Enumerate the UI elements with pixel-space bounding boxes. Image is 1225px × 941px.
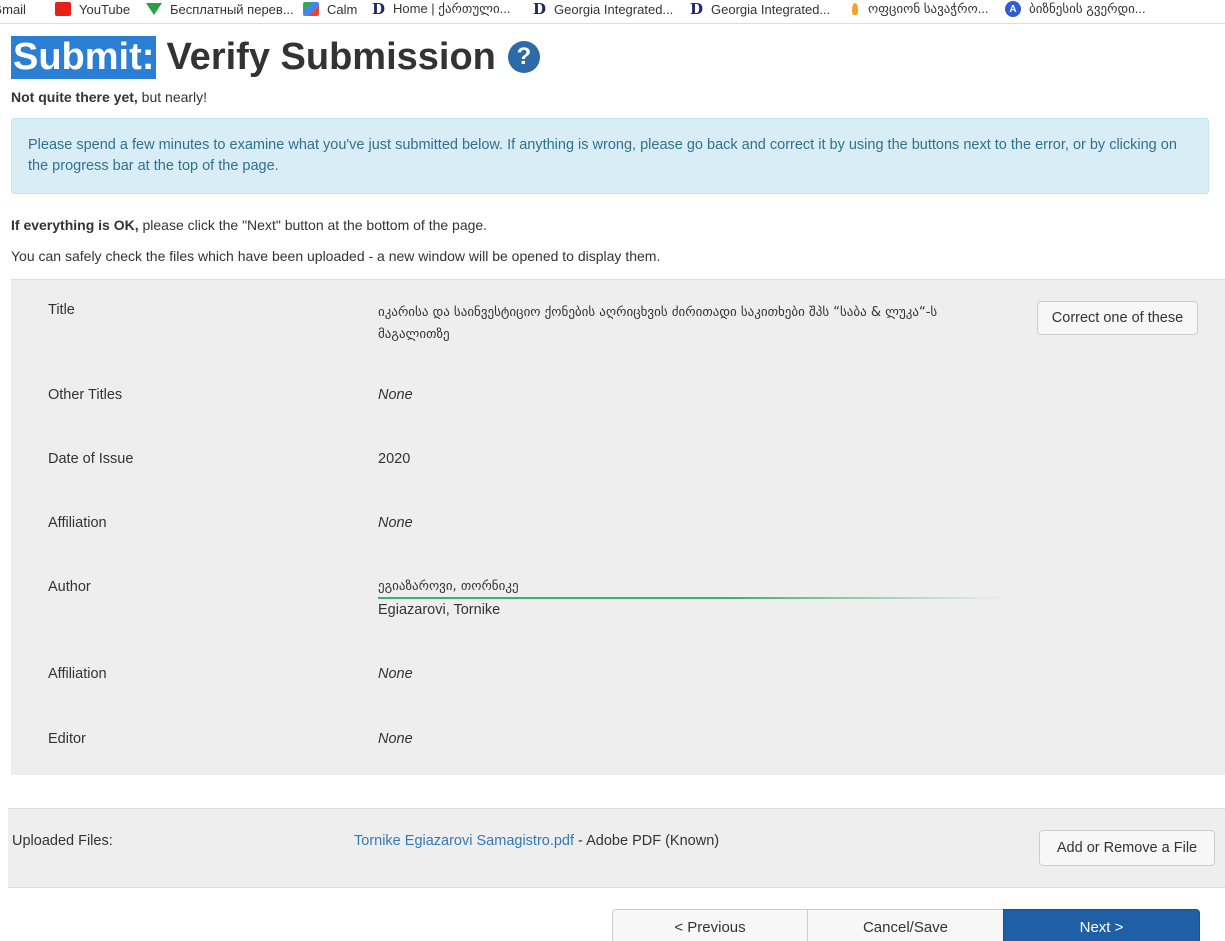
bookmark-label: Georgia Integrated... xyxy=(554,1,674,17)
files-label: Uploaded Files: xyxy=(12,833,113,849)
bookmark-translate[interactable]: Бесплатный перев... xyxy=(146,0,294,20)
affiliation-label: Affiliation xyxy=(48,515,107,531)
editor-label: Editor xyxy=(48,731,86,747)
ok-message: If everything is OK, please click the "N… xyxy=(11,217,487,233)
affiliation-label: Affiliation xyxy=(48,666,107,682)
bookmark-label: ოფციონ სავაჭრო... xyxy=(868,1,989,16)
bookmark-georgia-1[interactable]: D Georgia Integrated... xyxy=(533,0,673,20)
editor-value: None xyxy=(378,731,413,747)
bookmark-calm[interactable]: Calm xyxy=(303,0,357,20)
bookmark-label: Home | ქართული... xyxy=(393,1,511,16)
a-icon: A xyxy=(1005,1,1021,17)
other-titles-value: None xyxy=(378,387,413,403)
author-label: Author xyxy=(48,579,91,595)
file-type: - Adobe PDF (Known) xyxy=(574,833,720,849)
author-underline xyxy=(378,597,1008,599)
bookmark-youtube[interactable]: YouTube xyxy=(55,0,130,20)
date-label: Date of Issue xyxy=(48,451,134,467)
correct-button[interactable]: Correct one of these xyxy=(1037,301,1198,335)
page-title: Submit: Verify Submission ? xyxy=(11,35,540,79)
ok-bold: If everything is OK, xyxy=(11,217,139,233)
help-icon[interactable]: ? xyxy=(507,41,540,73)
bookmark-label: Calm xyxy=(327,1,358,17)
d-icon: D xyxy=(533,0,547,18)
flame-icon xyxy=(852,3,858,15)
d-icon: D xyxy=(372,0,386,18)
bookmark-label: YouTube xyxy=(79,1,131,17)
file-entry: Tornike Egiazarovi Samagistro.pdf - Adob… xyxy=(354,833,719,849)
bookmark-business[interactable]: Aბიზნესის გვერდი... xyxy=(1005,0,1146,20)
title-value: იკარისა და საინვესტიციო ქონების აღრიცხვი… xyxy=(378,305,938,342)
file-link[interactable]: Tornike Egiazarovi Samagistro.pdf xyxy=(354,833,574,849)
date-value: 2020 xyxy=(378,451,411,467)
affiliation-value: None xyxy=(378,515,413,531)
info-text: Please spend a few minutes to examine wh… xyxy=(28,137,1177,174)
info-alert: Please spend a few minutes to examine wh… xyxy=(11,118,1209,194)
translate-icon xyxy=(146,3,162,15)
metadata-panel: Title იკარისა და საინვესტიციო ქონების აღ… xyxy=(11,279,1225,775)
bookmark-label: Gmail xyxy=(0,1,26,17)
youtube-icon xyxy=(55,2,71,16)
bookmark-label: Бесплатный перев... xyxy=(170,1,294,17)
calm-icon xyxy=(303,2,319,16)
title-rest: Verify Submission xyxy=(166,35,496,78)
bookmark-home[interactable]: D Home | ქართული... xyxy=(372,0,511,20)
other-titles-label: Other Titles xyxy=(48,387,123,403)
next-button[interactable]: Next > xyxy=(1003,909,1200,941)
bookmark-georgia-2[interactable]: D Georgia Integrated... xyxy=(690,0,830,20)
author-value-georgian: ეგიაზაროვი, თორნიკე xyxy=(378,579,519,594)
bookmark-options[interactable]: ოფციონ სავაჭრო... xyxy=(846,0,989,20)
bookmarks-bar: Gmail YouTube Бесплатный перев... Calm D… xyxy=(0,0,1225,24)
d-icon: D xyxy=(690,0,704,18)
bookmark-label: ბიზნესის გვერდი... xyxy=(1029,1,1146,16)
status-rest: but nearly! xyxy=(137,89,208,105)
title-label: Title xyxy=(48,302,75,318)
bookmark-label: Georgia Integrated... xyxy=(711,1,831,17)
files-panel: Uploaded Files: Tornike Egiazarovi Samag… xyxy=(8,808,1225,888)
ok-rest: please click the "Next" button at the bo… xyxy=(138,217,488,233)
previous-button[interactable]: < Previous xyxy=(612,909,808,941)
status-message: Not quite there yet, but nearly! xyxy=(11,89,207,105)
add-remove-file-button[interactable]: Add or Remove a File xyxy=(1039,830,1215,866)
files-note: You can safely check the files which hav… xyxy=(11,248,661,264)
cancel-save-button[interactable]: Cancel/Save xyxy=(807,909,1004,941)
bookmark-gmail[interactable]: Gmail xyxy=(0,0,26,20)
author-value-latin: Egiazarovi, Tornike xyxy=(378,602,501,618)
status-bold: Not quite there yet, xyxy=(11,89,138,105)
affiliation-value: None xyxy=(378,666,413,682)
title-highlight: Submit: xyxy=(11,35,157,79)
